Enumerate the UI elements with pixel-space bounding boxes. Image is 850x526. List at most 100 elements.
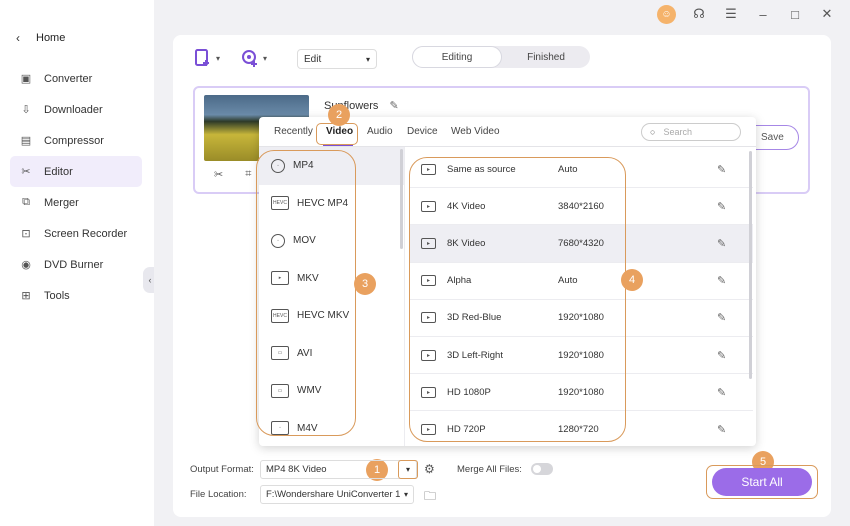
- home-link[interactable]: ‹ Home: [16, 31, 65, 45]
- trim-icon[interactable]: ✂: [214, 168, 223, 181]
- search-placeholder: Search: [663, 127, 692, 137]
- format-item[interactable]: ◦ MP4: [259, 147, 404, 185]
- edit-mode-select[interactable]: Edit ▾: [297, 49, 377, 69]
- active-tab-indicator: [323, 144, 353, 146]
- edit-icon[interactable]: ✎: [717, 237, 726, 250]
- close-icon[interactable]: ✕: [818, 5, 836, 23]
- edit-icon[interactable]: ✎: [717, 163, 726, 176]
- tab-recently[interactable]: Recently: [274, 126, 313, 137]
- resolution-list-scrollbar[interactable]: [749, 151, 752, 379]
- edit-icon[interactable]: ✎: [717, 274, 726, 287]
- tab-device[interactable]: Device: [407, 126, 438, 137]
- sidebar-item-screen-recorder[interactable]: ⊡ Screen Recorder: [10, 218, 142, 249]
- headset-icon[interactable]: ☊: [690, 5, 708, 23]
- merger-icon: ⧉: [22, 196, 30, 208]
- m4v-icon: ◦: [271, 421, 289, 436]
- resolution-item[interactable]: ▸ HD 1080P 1920*1080 ✎: [409, 374, 753, 412]
- chevron-down-icon: ▾: [216, 53, 221, 63]
- start-all-button[interactable]: Start All: [712, 468, 812, 496]
- search-icon: ○: [650, 127, 656, 137]
- format-item[interactable]: HEVC HEVC MKV: [259, 297, 404, 335]
- output-format-label: Output Format:: [190, 464, 254, 475]
- edit-icon[interactable]: ✎: [717, 311, 726, 324]
- edit-icon[interactable]: ✎: [717, 386, 726, 399]
- avi-icon: ▭: [271, 346, 289, 361]
- sidebar-item-merger[interactable]: ⧉ Merger: [10, 187, 142, 218]
- resolution-item[interactable]: ▸ HD 720P 1280*720 ✎: [409, 411, 753, 446]
- minimize-icon[interactable]: –: [754, 5, 772, 23]
- sidebar-item-downloader[interactable]: ⇩ Downloader: [10, 94, 142, 125]
- sidebar-item-label: Converter: [44, 72, 93, 85]
- scissors-icon: ✂: [21, 166, 31, 178]
- sidebar-item-dvd-burner[interactable]: ◉ DVD Burner: [10, 249, 142, 280]
- sidebar-item-compressor[interactable]: ▤ Compressor: [10, 125, 142, 156]
- video-icon: ▸: [421, 423, 436, 435]
- edit-mode-value: Edit: [304, 53, 322, 65]
- status-tabs: Editing Finished: [412, 46, 590, 68]
- menu-icon[interactable]: ☰: [722, 5, 740, 23]
- format-item[interactable]: ▭ WMV: [259, 372, 404, 410]
- sidebar-item-label: Tools: [44, 289, 70, 302]
- crop-icon[interactable]: ⌗: [245, 168, 251, 181]
- format-item[interactable]: HEVC HEVC MP4: [259, 185, 404, 223]
- toolbar: ▾ ▾: [193, 46, 267, 70]
- file-location-label: File Location:: [190, 489, 247, 500]
- resolution-list: ▸ Same as source Auto ✎ ▸ 4K Video 3840*…: [409, 151, 753, 446]
- resolution-item[interactable]: ▸ 8K Video 7680*4320 ✎: [409, 225, 753, 263]
- sidebar-item-label: Downloader: [44, 103, 103, 116]
- resolution-item[interactable]: ▸ 3D Red-Blue 1920*1080 ✎: [409, 300, 753, 337]
- edit-name-icon[interactable]: ✎: [389, 100, 398, 112]
- tab-video[interactable]: Video: [326, 126, 353, 137]
- chevron-down-icon: ▾: [403, 490, 408, 499]
- resolution-item[interactable]: ▸ 4K Video 3840*2160 ✎: [409, 188, 753, 226]
- tab-finished[interactable]: Finished: [502, 46, 590, 68]
- search-input[interactable]: ○ Search: [641, 123, 741, 141]
- resolution-item[interactable]: ▸ 3D Left-Right 1920*1080 ✎: [409, 337, 753, 375]
- add-media-button[interactable]: ▾: [240, 48, 267, 68]
- edit-icon[interactable]: ✎: [717, 423, 726, 436]
- format-item[interactable]: ◦ MOV: [259, 222, 404, 260]
- video-icon: ▸: [421, 312, 436, 324]
- back-chevron-icon: ‹: [16, 31, 20, 45]
- video-icon: ▸: [421, 163, 436, 175]
- maximize-icon[interactable]: □: [786, 5, 804, 23]
- add-file-button[interactable]: ▾: [193, 48, 220, 68]
- edit-icon[interactable]: ✎: [717, 200, 726, 213]
- mp4-icon: ◦: [271, 158, 285, 173]
- resolution-item[interactable]: ▸ Same as source Auto ✎: [409, 151, 753, 189]
- sidebar-item-editor[interactable]: ✂ Editor: [10, 156, 142, 187]
- format-item[interactable]: ▭ AVI: [259, 335, 404, 373]
- merge-all-files-toggle[interactable]: [531, 463, 553, 475]
- mkv-icon: ▸: [271, 271, 289, 286]
- output-format-dropdown-button[interactable]: ▾: [398, 460, 418, 479]
- format-list-scrollbar[interactable]: [400, 149, 403, 249]
- downloader-icon: ⇩: [21, 104, 31, 116]
- output-format-select[interactable]: MP4 8K Video: [260, 460, 417, 479]
- settings-icon[interactable]: ⚙: [424, 462, 435, 476]
- tab-web-video[interactable]: Web Video: [451, 126, 500, 137]
- format-item[interactable]: ▸ MKV: [259, 260, 404, 298]
- sidebar-item-label: Compressor: [44, 134, 104, 147]
- avatar[interactable]: ☺: [657, 4, 676, 24]
- dvd-icon: ◉: [21, 259, 31, 271]
- sidebar-item-label: Screen Recorder: [44, 227, 128, 240]
- format-item[interactable]: ◦ M4V: [259, 410, 404, 447]
- edit-icon[interactable]: ✎: [717, 349, 726, 362]
- resolution-item[interactable]: ▸ Alpha Auto ✎: [409, 263, 753, 300]
- card-tools: ✂ ⌗: [214, 168, 251, 181]
- merge-all-files-label: Merge All Files:: [457, 464, 522, 475]
- tab-audio[interactable]: Audio: [367, 126, 393, 137]
- video-icon: ▸: [421, 275, 436, 287]
- output-format-value: MP4 8K Video: [266, 464, 327, 475]
- tab-editing[interactable]: Editing: [412, 46, 502, 68]
- sidebar: ‹ Home ▣ Converter ⇩ Downloader ▤ Compre…: [0, 0, 154, 526]
- converter-icon: ▣: [20, 73, 32, 85]
- sidebar-nav: ▣ Converter ⇩ Downloader ▤ Compressor ✂ …: [10, 63, 142, 311]
- folder-icon[interactable]: 🗀: [424, 487, 436, 508]
- sidebar-item-tools[interactable]: ⊞ Tools: [10, 280, 142, 311]
- compressor-icon: ▤: [20, 135, 32, 147]
- file-location-select[interactable]: F:\Wondershare UniConverter 1 ▾: [260, 485, 414, 504]
- sidebar-item-converter[interactable]: ▣ Converter: [10, 63, 142, 94]
- sidebar-item-label: DVD Burner: [44, 258, 104, 271]
- format-list: ◦ MP4 HEVC HEVC MP4 ◦ MOV ▸ MKV HEVC HEV…: [259, 147, 405, 446]
